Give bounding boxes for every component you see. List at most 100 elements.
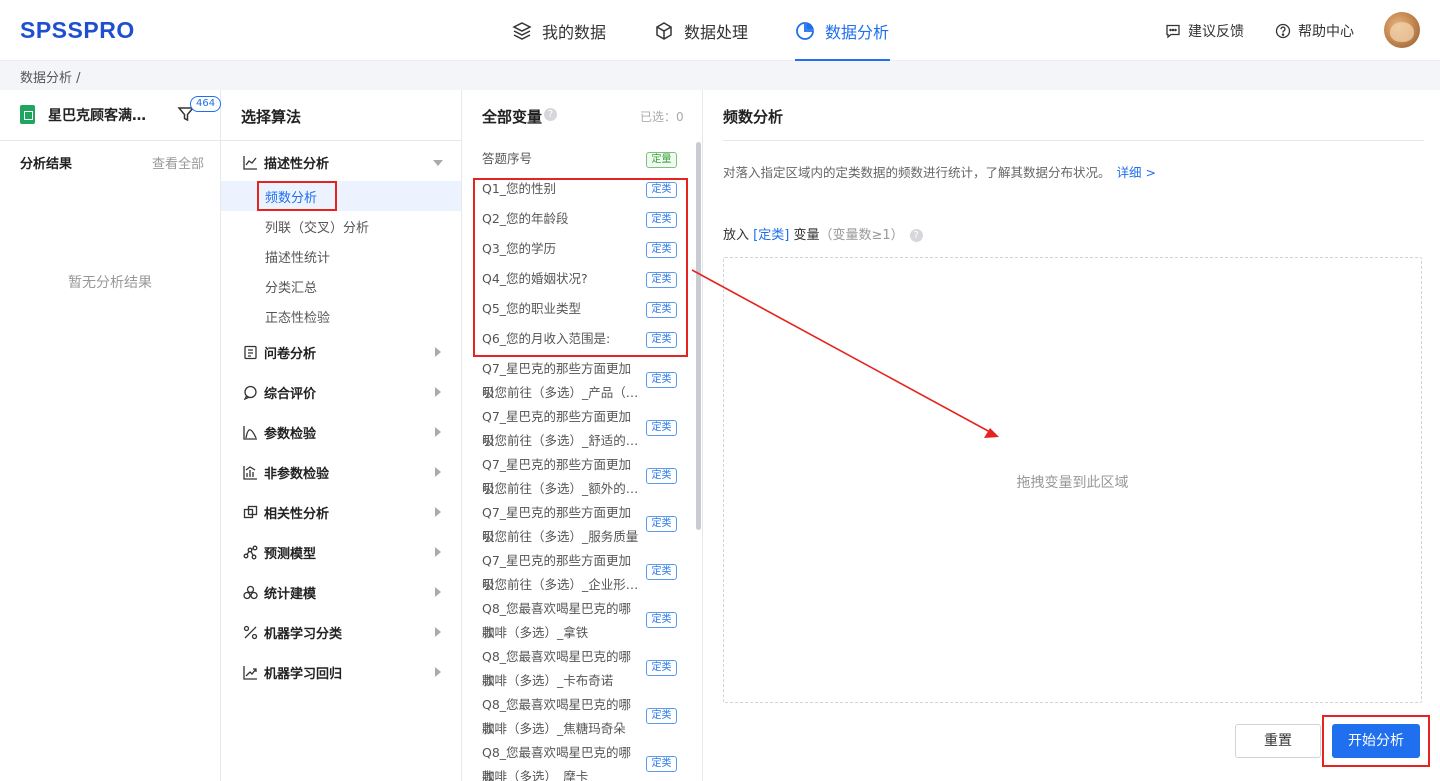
view-all-link[interactable]: 查看全部: [152, 153, 204, 172]
breadcrumb-bar: 数据分析 /: [0, 61, 1440, 90]
category-prediction-model[interactable]: 预测模型: [221, 536, 461, 568]
variable-name: Q4_您的婚姻状况?: [482, 271, 588, 286]
spreadsheet-icon: [20, 105, 35, 124]
algo-crosstab-analysis[interactable]: 列联（交叉）分析: [221, 211, 461, 241]
variable-name: Q1_您的性别: [482, 181, 557, 196]
chevron-right-icon: [435, 547, 441, 557]
circles-icon: [243, 585, 258, 600]
help-icon[interactable]: ?: [909, 229, 923, 242]
nav-tab-label: 我的数据: [542, 22, 607, 42]
variable-item[interactable]: Q6_您的月收入范围是: 定类: [462, 327, 694, 357]
nav-tab-label: 数据处理: [684, 22, 749, 42]
chat-bubble-icon: [243, 385, 257, 400]
algo-group-summary[interactable]: 分类汇总: [221, 271, 461, 301]
feedback-link[interactable]: 建议反馈: [1165, 0, 1244, 61]
variables-panel-title: 全部变量: [482, 108, 543, 126]
start-analysis-button[interactable]: 开始分析: [1332, 724, 1420, 758]
feedback-label: 建议反馈: [1188, 23, 1244, 40]
category-label: 参数检验: [264, 427, 317, 442]
variable-type-tag: 定类: [646, 272, 677, 288]
variable-type-tag: 定类: [646, 708, 677, 724]
variable-item[interactable]: 答题序号 定量: [462, 147, 694, 177]
cube-icon: [656, 21, 672, 40]
variable-type-tag: 定类: [646, 468, 677, 484]
nav-tab-label: 数据分析: [825, 22, 890, 42]
variable-type-tag: 定类: [646, 372, 677, 388]
variable-slot-label: 放入 [定类] 变量（变量数≥1）?: [723, 224, 923, 243]
category-label: 相关性分析: [264, 507, 330, 522]
variable-item[interactable]: Q1_您的性别 定类: [462, 177, 694, 207]
category-descriptive[interactable]: 描述性分析: [221, 146, 461, 178]
variable-name: 咖啡（多选）_摩卡: [482, 769, 589, 781]
scrollbar[interactable]: [696, 142, 701, 530]
variable-item[interactable]: Q8_您最喜欢喝星巴克的哪款 咖啡（多选）_卡布奇诺 定类: [462, 645, 694, 693]
variable-name: 咖啡（多选）_焦糖玛奇朵: [482, 721, 626, 736]
variable-name: 引您前往（多选）_舒适的…: [482, 433, 639, 448]
category-correlation-analysis[interactable]: 相关性分析: [221, 496, 461, 528]
variable-item[interactable]: Q4_您的婚姻状况? 定类: [462, 267, 694, 297]
file-header: 星巴克顾客满… 464: [0, 90, 222, 141]
algo-descriptive-statistics[interactable]: 描述性统计: [221, 241, 461, 271]
variable-name: 引您前往（多选）_企业形…: [482, 577, 639, 592]
pie-chart-icon: [796, 21, 814, 40]
file-title[interactable]: 星巴克顾客满…: [48, 105, 146, 125]
description-text: 对落入指定区域内的定类数据的频数进行统计，了解其数据分布状况。: [723, 165, 1111, 180]
variable-type-tag: 定类: [646, 420, 677, 436]
reset-button[interactable]: 重置: [1235, 724, 1321, 758]
variable-type-tag: 定类: [646, 660, 677, 676]
put-hint: （变量数≥1）: [819, 228, 904, 243]
chevron-right-icon: [435, 347, 441, 357]
variable-item[interactable]: Q7_星巴克的那些方面更加吸 引您前往（多选）_舒适的… 定类: [462, 405, 694, 453]
help-icon[interactable]: ?: [544, 108, 557, 121]
variable-item[interactable]: Q3_您的学历 定类: [462, 237, 694, 267]
category-ml-regression[interactable]: 机器学习回归: [221, 656, 461, 688]
user-avatar[interactable]: [1384, 12, 1420, 48]
category-questionnaire[interactable]: 问卷分析: [221, 336, 461, 368]
variable-item[interactable]: Q7_星巴克的那些方面更加吸 引您前往（多选）_额外的… 定类: [462, 453, 694, 501]
help-center-link[interactable]: 帮助中心: [1275, 0, 1354, 61]
variable-drop-zone[interactable]: 拖拽变量到此区域: [723, 257, 1422, 703]
nav-tab-data-processing[interactable]: 数据处理: [654, 0, 748, 61]
empty-results-text: 暂无分析结果: [68, 275, 152, 291]
variable-item[interactable]: Q8_您最喜欢喝星巴克的哪款 咖啡（多选）_焦糖玛奇朵 定类: [462, 693, 694, 741]
algo-label: 频数分析: [265, 191, 318, 206]
algorithm-description: 对落入指定区域内的定类数据的频数进行统计，了解其数据分布状况。 详细 >: [723, 162, 1156, 181]
variable-name: 引您前往（多选）_额外的…: [482, 481, 639, 496]
variable-type-tag: 定类: [646, 182, 677, 198]
variable-type-tag: 定类: [646, 756, 677, 772]
detail-link[interactable]: 详细 >: [1117, 165, 1156, 180]
category-comprehensive-evaluation[interactable]: 综合评价: [221, 376, 461, 408]
algo-frequency-analysis[interactable]: 频数分析: [221, 181, 461, 211]
nav-tab-data-analysis[interactable]: 数据分析: [795, 0, 891, 61]
category-label: 问卷分析: [264, 347, 317, 362]
category-label: 非参数检验: [264, 467, 330, 482]
results-label: 分析结果: [20, 157, 73, 172]
variable-item[interactable]: Q2_您的年龄段 定类: [462, 207, 694, 237]
algo-label: 描述性统计: [265, 251, 331, 266]
category-nonparametric-test[interactable]: 非参数检验: [221, 456, 461, 488]
network-icon: [243, 545, 258, 560]
spsspro-logo[interactable]: SPSSPRO: [20, 17, 135, 44]
analysis-config-panel: 频数分析 对落入指定区域内的定类数据的频数进行统计，了解其数据分布状况。 详细 >…: [703, 90, 1440, 781]
category-parametric-test[interactable]: 参数检验: [221, 416, 461, 448]
category-ml-classification[interactable]: 机器学习分类: [221, 616, 461, 648]
variable-type-tag: 定类: [646, 332, 677, 348]
variable-item[interactable]: Q7_星巴克的那些方面更加吸 引您前往（多选）_产品（… 定类: [462, 357, 694, 405]
chevron-right-icon: [435, 427, 441, 437]
variable-type-tag: 定类: [646, 516, 677, 532]
variable-item[interactable]: Q8_您最喜欢喝星巴克的哪款 咖啡（多选）_摩卡 定类: [462, 741, 694, 781]
category-statistical-modeling[interactable]: 统计建模: [221, 576, 461, 608]
variable-item[interactable]: Q8_您最喜欢喝星巴克的哪款 咖啡（多选）_拿铁 定类: [462, 597, 694, 645]
chevron-right-icon: [435, 667, 441, 677]
variable-name: 答题序号: [482, 151, 533, 166]
variable-item[interactable]: Q5_您的职业类型 定类: [462, 297, 694, 327]
chevron-right-icon: [435, 387, 441, 397]
variable-item[interactable]: Q7_星巴克的那些方面更加吸 引您前往（多选）_服务质量 定类: [462, 501, 694, 549]
variable-item[interactable]: Q7_星巴克的那些方面更加吸 引您前往（多选）_企业形… 定类: [462, 549, 694, 597]
chevron-right-icon: [435, 507, 441, 517]
variable-type-tag: 定类: [646, 212, 677, 228]
line-chart-icon: [243, 156, 257, 170]
nav-tab-my-data[interactable]: 我的数据: [512, 0, 606, 61]
layers-icon: [512, 21, 532, 40]
algo-normality-test[interactable]: 正态性检验: [221, 301, 461, 331]
